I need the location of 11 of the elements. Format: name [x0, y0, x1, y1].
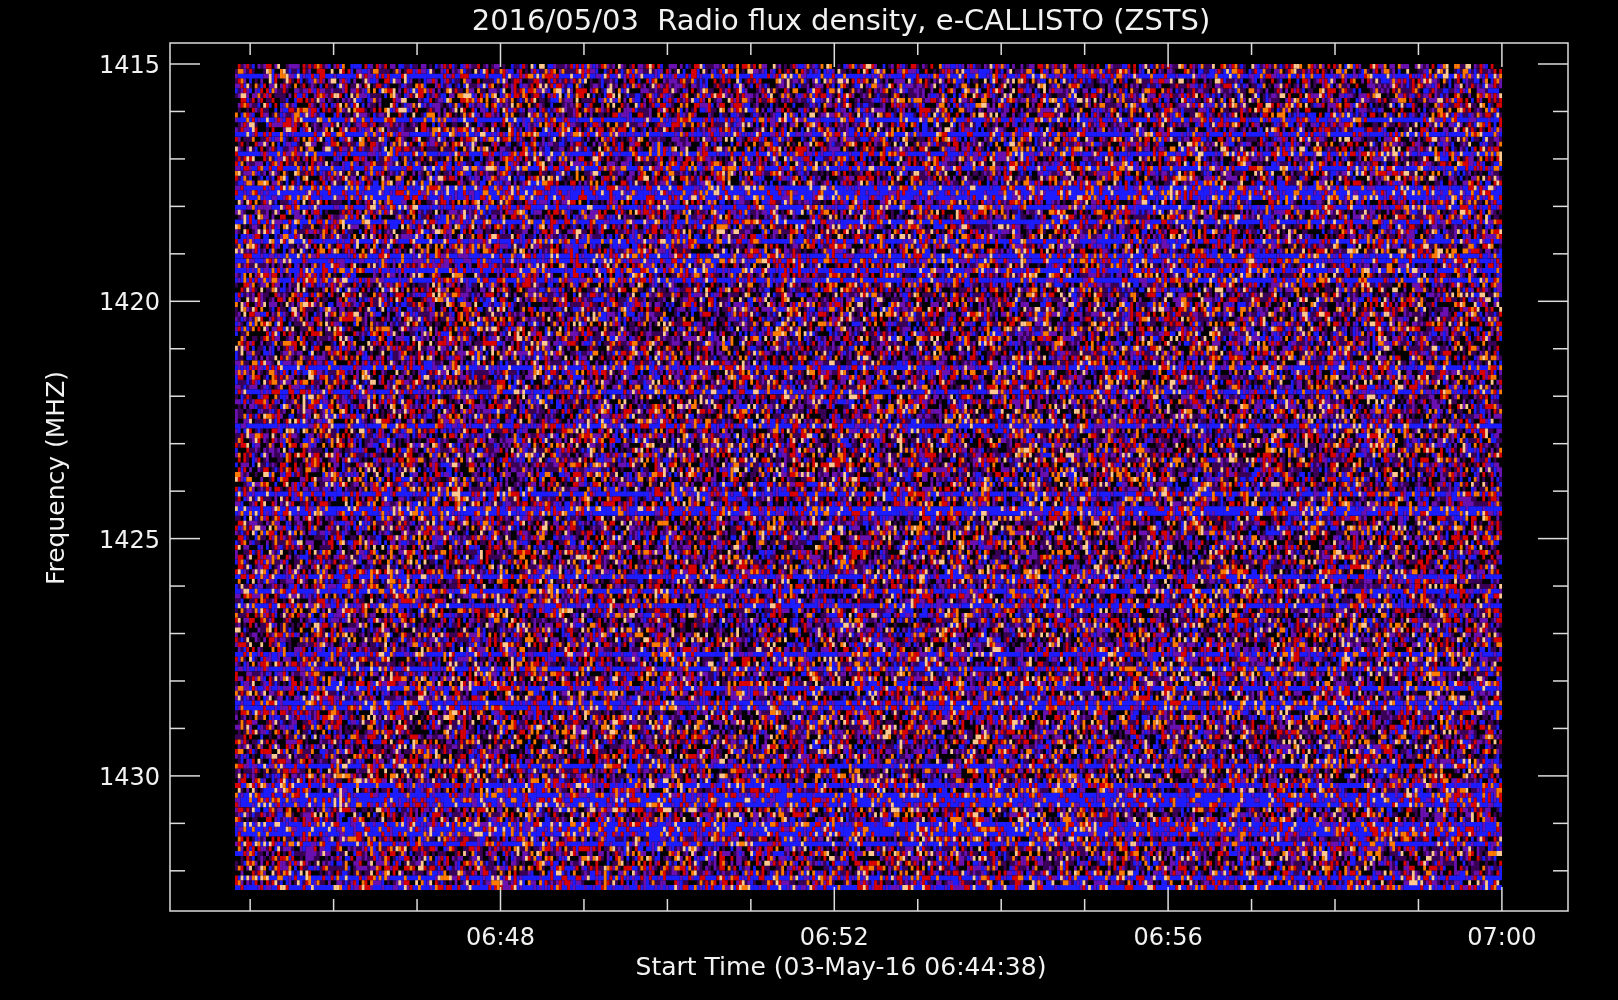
tick-label: 1425 [98, 525, 160, 554]
tick-label: 07:00 [1467, 923, 1537, 951]
tick-label: 1430 [98, 762, 160, 791]
tick-label: 06:56 [1133, 923, 1203, 951]
axis-label: Start Time (03-May-16 06:44:38) [635, 952, 1047, 981]
axis-label: Frequency (MHZ) [41, 370, 70, 586]
chart-title: 2016/05/03 Radio flux density, e-CALLISTO (ZSTS) [471, 3, 1211, 37]
tick-label: 06:52 [799, 923, 869, 951]
tick-label: 1415 [98, 51, 160, 79]
tick-label: 06:48 [465, 923, 536, 951]
tick-label: 1420 [98, 288, 160, 317]
